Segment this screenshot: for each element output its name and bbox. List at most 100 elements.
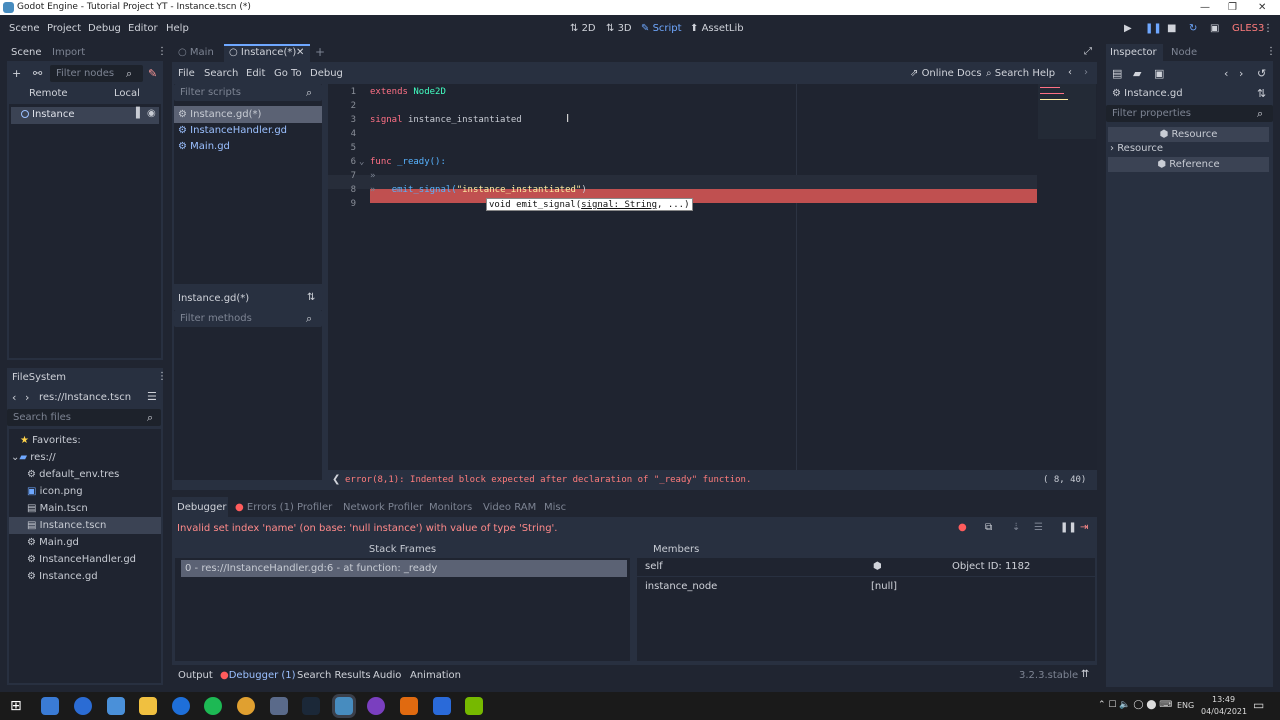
scene-tree-item[interactable]: Instance ▐ ◉ (11, 107, 159, 124)
step-over-icon[interactable]: ☰ (1034, 522, 1043, 533)
spotify-icon[interactable] (204, 697, 222, 715)
tab-instance[interactable]: ○ Instance(*) (229, 47, 296, 58)
close-tab-icon[interactable]: ✕ (296, 47, 304, 58)
script-list-item[interactable]: ⚙ Main.gd (174, 138, 322, 155)
app-icon[interactable] (74, 697, 92, 715)
clock-date[interactable]: 04/04/2021 (1201, 707, 1247, 716)
tab-main[interactable]: ○ Main (178, 47, 214, 58)
res-root-item[interactable]: ⌄▰ res:// (9, 449, 161, 466)
play-icon[interactable]: ▶ (1124, 23, 1132, 34)
dock-menu-icon[interactable]: ⋮ (157, 46, 167, 57)
new-resource-icon[interactable]: ▤ (1112, 67, 1122, 80)
script-menu-file[interactable]: File (178, 68, 195, 79)
tab-audio[interactable]: Audio (373, 670, 401, 681)
app-icon[interactable] (400, 697, 418, 715)
tab-search-results[interactable]: Search Results (297, 670, 371, 681)
clock-time[interactable]: 13:49 (1212, 695, 1235, 704)
stop-icon[interactable]: ■ (1167, 23, 1176, 34)
menu-editor[interactable]: Editor (128, 23, 158, 34)
script-list-item[interactable]: ⚙ InstanceHandler.gd (174, 122, 322, 139)
member-self-value[interactable]: Object ID: 1182 (952, 561, 1030, 572)
stack-frame-item[interactable]: 0 - res://InstanceHandler.gd:6 - at func… (181, 560, 627, 577)
restore-icon[interactable]: ❐ (1228, 0, 1237, 15)
search-help-button[interactable]: ⌕ Search Help (986, 68, 1055, 79)
script-menu-debug[interactable]: Debug (310, 68, 343, 79)
script-menu-search[interactable]: Search (204, 68, 238, 79)
task-view-icon[interactable] (41, 697, 59, 715)
local-tab[interactable]: Local (114, 88, 140, 99)
resource-group[interactable]: › Resource (1110, 143, 1163, 154)
script-menu-edit[interactable]: Edit (246, 68, 265, 79)
app-icon[interactable] (107, 697, 125, 715)
script-attached-icon[interactable]: ▐ (132, 108, 140, 119)
menu-debug[interactable]: Debug (88, 23, 121, 34)
script-list-item-selected[interactable]: ⚙ Instance.gd(*) (174, 106, 322, 123)
tab-errors[interactable]: ● Errors (1) (235, 502, 294, 513)
file-item[interactable]: ⚙ default_env.tres (9, 466, 161, 483)
tab-animation[interactable]: Animation (410, 670, 461, 681)
app-icon[interactable] (433, 697, 451, 715)
new-tab-icon[interactable]: + (315, 45, 325, 59)
app-icon[interactable] (270, 697, 288, 715)
history-forward-icon[interactable]: › (1084, 67, 1088, 78)
record-icon[interactable]: ● (958, 522, 967, 533)
nvidia-icon[interactable] (465, 697, 483, 715)
app-icon[interactable] (172, 697, 190, 715)
mode-script[interactable]: ✎ Script (641, 23, 682, 34)
add-node-icon[interactable]: + (12, 67, 21, 80)
fold-icon[interactable]: ⌄ (359, 157, 364, 167)
copy-error-icon[interactable]: ⧉ (985, 522, 992, 533)
file-item[interactable]: ⚙ Main.gd (9, 534, 161, 551)
history-back-icon[interactable]: ‹ (1068, 67, 1072, 78)
file-item[interactable]: ⚙ InstanceHandler.gd (9, 551, 161, 568)
mode-3d[interactable]: ⇅ 3D (606, 23, 632, 34)
minimap[interactable] (1038, 84, 1096, 139)
back-icon[interactable]: ‹ (12, 391, 16, 404)
distraction-free-icon[interactable]: ⤢ (1084, 46, 1092, 57)
notifications-icon[interactable]: ▭ (1253, 698, 1264, 712)
tab-monitors[interactable]: Monitors (429, 502, 472, 513)
filter-methods-input[interactable]: Filter methods (174, 310, 322, 327)
file-item[interactable]: ▤ Main.tscn (9, 500, 161, 517)
error-message[interactable]: error(8,1): Indented block expected afte… (345, 475, 751, 485)
search-files-input[interactable]: Search files (7, 409, 161, 426)
obs-icon[interactable] (367, 697, 385, 715)
menu-scene[interactable]: Scene (9, 23, 40, 34)
play-custom-icon[interactable]: ▣ (1210, 23, 1219, 34)
tab-node[interactable]: Node (1171, 47, 1197, 58)
split-view-icon[interactable]: ☰ (147, 390, 157, 403)
tab-output[interactable]: Output (178, 670, 213, 681)
tab-scene[interactable]: Scene (11, 47, 42, 58)
break-icon[interactable]: ❚❚ (1060, 522, 1077, 533)
filter-scripts-input[interactable]: Filter scripts (174, 84, 322, 101)
menu-help[interactable]: Help (166, 23, 189, 34)
tab-inspector[interactable]: Inspector (1110, 47, 1157, 58)
filesystem-path[interactable]: res://Instance.tscn (39, 392, 131, 403)
scene-tools-icon[interactable]: ✎ (148, 67, 157, 80)
file-item[interactable]: ⚙ Instance.gd (9, 568, 161, 585)
filter-properties-input[interactable]: Filter properties (1106, 105, 1273, 122)
expand-panel-icon[interactable]: ⇈ (1081, 669, 1089, 680)
save-resource-icon[interactable]: ▣ (1154, 67, 1164, 80)
steam-icon[interactable] (302, 697, 320, 715)
renderer-label[interactable]: GLES3 (1232, 23, 1264, 34)
godot-taskbar-icon[interactable] (335, 697, 353, 715)
history-forward-icon[interactable]: › (1239, 67, 1243, 80)
chrome-icon[interactable] (237, 697, 255, 715)
toggle-scripts-panel-icon[interactable]: ❮ (332, 474, 340, 485)
inspector-menu-icon[interactable]: ⋮ (1266, 46, 1276, 57)
object-tools-icon[interactable]: ⇅ (1257, 87, 1266, 100)
pause-icon[interactable]: ❚❚ (1145, 23, 1162, 34)
mode-assetlib[interactable]: ⬆ AssetLib (690, 23, 744, 34)
tab-debugger[interactable]: Debugger (177, 502, 227, 513)
online-docs-button[interactable]: ⇗ Online Docs (910, 68, 982, 79)
remote-tab[interactable]: Remote (29, 88, 68, 99)
system-tray-icons[interactable]: ⌃ ☐ 🔈 ◯ ⬤ ⌨ (1098, 700, 1172, 710)
inspected-object[interactable]: ⚙ Instance.gd (1112, 88, 1183, 99)
windows-start-icon[interactable]: ⊞ (10, 698, 22, 714)
sort-icon[interactable]: ⇅ (307, 292, 315, 303)
continue-icon[interactable]: ⇥ (1080, 522, 1088, 533)
minimize-icon[interactable]: — (1200, 0, 1210, 15)
file-item[interactable]: ▣ icon.png (9, 483, 161, 500)
tab-video-ram[interactable]: Video RAM (483, 502, 536, 513)
